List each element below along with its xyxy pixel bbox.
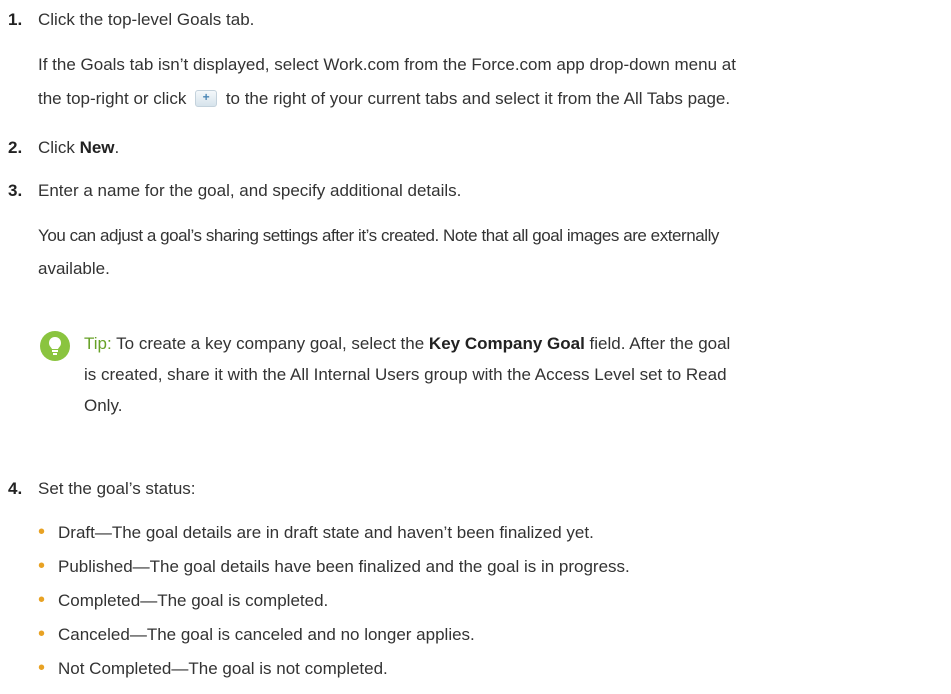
tip-label: Tip: <box>84 334 112 353</box>
tip-line-3: Only. <box>84 396 123 415</box>
bullet-icon: • <box>38 555 46 577</box>
step-3-note-line-2: available. <box>38 259 110 278</box>
status-draft: Draft—The goal details are in draft stat… <box>58 523 594 542</box>
note-text-before-icon: the top-right or click <box>38 89 187 108</box>
document-page: 1. Click the top-level Goals tab. If the… <box>0 0 951 694</box>
step-1-note-line-2: the top-right or click + to the right of… <box>38 83 943 114</box>
status-canceled: Canceled—The goal is canceled and no lon… <box>58 625 475 644</box>
step-1-note-line-1: If the Goals tab isn’t displayed, select… <box>38 55 736 74</box>
bullet-icon: • <box>38 589 46 611</box>
bullet-icon: • <box>38 657 46 679</box>
step-number: 3. <box>8 181 23 200</box>
status-not-completed: Not Completed—The goal is not completed. <box>58 659 388 678</box>
tip-line-2: is created, share it with the All Intern… <box>84 365 727 384</box>
bullet-icon: • <box>38 623 46 645</box>
tip-text: Tip: To create a key company goal, selec… <box>84 328 944 421</box>
step-3-note-line-1: You can adjust a goal’s sharing settings… <box>38 226 719 245</box>
step-text: Click the top-level Goals tab. <box>38 10 255 29</box>
lightbulb-icon <box>40 331 70 361</box>
tip-line-1: Tip: To create a key company goal, selec… <box>84 328 944 359</box>
step-text: Set the goal’s status: <box>38 479 196 498</box>
tip-text-after: field. After the goal <box>584 334 731 353</box>
step-text: Click New. <box>38 132 948 163</box>
bullet-icon: • <box>38 521 46 543</box>
step-number: 4. <box>8 479 23 498</box>
step-text-prefix: Click <box>38 138 80 157</box>
key-company-goal-label: Key Company Goal <box>428 334 585 353</box>
step-number: 1. <box>8 10 23 29</box>
new-button-label: New <box>79 138 115 157</box>
step-text: Enter a name for the goal, and specify a… <box>38 181 462 200</box>
status-published: Published—The goal details have been fin… <box>58 557 630 576</box>
tip-text-before: To create a key company goal, select the <box>111 334 429 353</box>
note-text-after-icon: to the right of your current tabs and se… <box>225 89 731 108</box>
step-text-suffix: . <box>114 138 120 157</box>
status-completed: Completed—The goal is completed. <box>58 591 329 610</box>
step-number: 2. <box>8 138 23 157</box>
plus-tab-icon[interactable]: + <box>195 90 218 108</box>
